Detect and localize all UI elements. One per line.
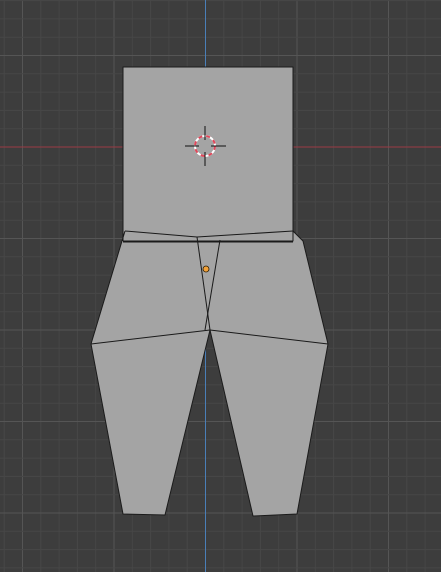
mesh-face-torso (122, 66, 294, 242)
origin-dot-icon[interactable] (202, 265, 210, 273)
3d-viewport[interactable] (0, 0, 441, 572)
